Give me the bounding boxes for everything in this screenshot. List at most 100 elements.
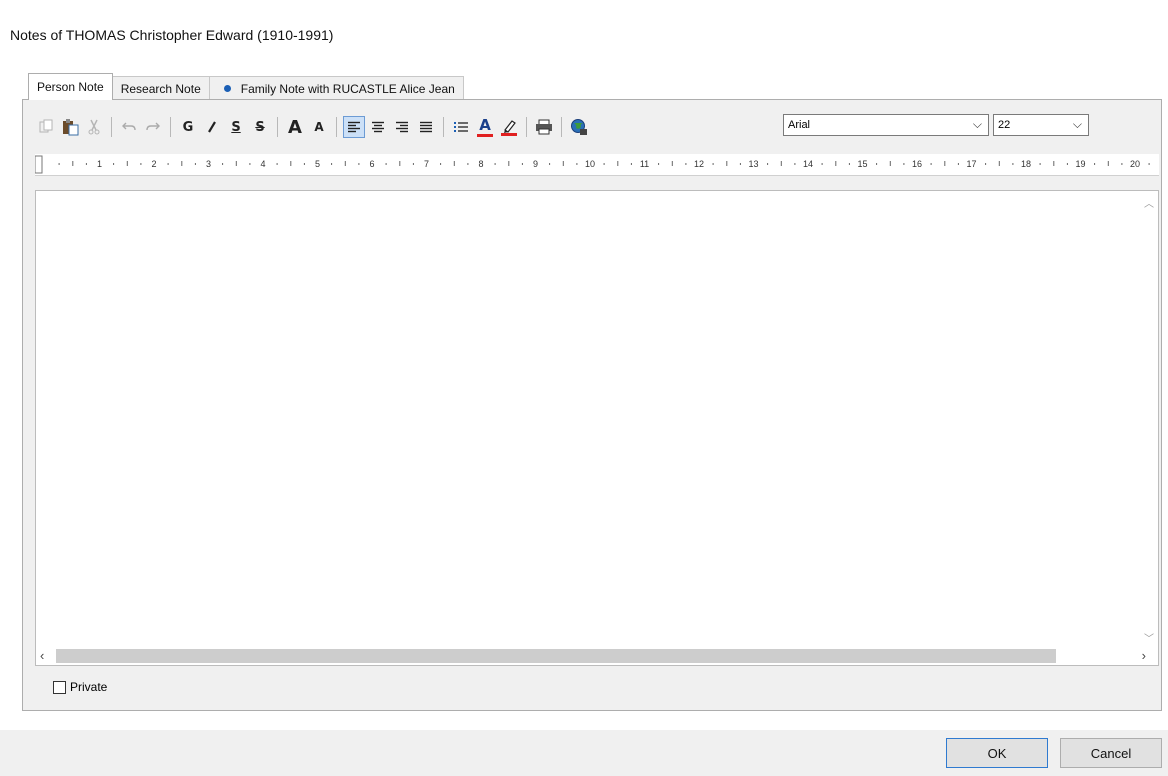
- scroll-right-icon[interactable]: ›: [1142, 648, 1146, 663]
- note-text-editor[interactable]: ︿ ﹀ ‹ ›: [35, 190, 1159, 666]
- ruler-tick: [562, 161, 564, 166]
- align-left-icon[interactable]: [343, 116, 365, 138]
- scroll-down-icon[interactable]: ﹀: [1144, 630, 1154, 645]
- ruler-tick: [835, 161, 837, 166]
- ruler-label: 7: [424, 159, 429, 169]
- ruler-tick: [617, 161, 619, 166]
- font-name-select[interactable]: Arial ⌵: [783, 114, 989, 136]
- ruler-tick: [126, 161, 128, 166]
- font-color-icon[interactable]: A: [474, 116, 496, 138]
- ruler-label: 11: [640, 159, 649, 169]
- ruler-tick: [331, 163, 333, 165]
- ruler-label: 17: [966, 159, 976, 169]
- bold-icon[interactable]: G: [177, 116, 199, 138]
- ruler-tick: [712, 163, 714, 165]
- undo-icon[interactable]: [118, 116, 140, 138]
- ruler-tick: [1039, 163, 1041, 165]
- font-size-select[interactable]: 22 ⌵: [993, 114, 1089, 136]
- horizontal-scrollbar[interactable]: ‹ ›: [36, 647, 1146, 665]
- ruler-tick: [508, 161, 510, 166]
- ruler-tick: [235, 161, 237, 166]
- indent-marker[interactable]: [35, 155, 43, 174]
- ruler-label: 8: [478, 159, 483, 169]
- ruler-tick: [85, 163, 87, 165]
- highlight-icon[interactable]: [498, 116, 520, 138]
- ruler-tick: [848, 163, 850, 165]
- ruler-tick: [440, 163, 442, 165]
- vertical-scrollbar[interactable]: ︿ ﹀: [1141, 191, 1158, 649]
- chevron-down-icon: ⌵: [1072, 117, 1082, 131]
- ruler-label: 10: [585, 159, 595, 169]
- ruler-label: 19: [1075, 159, 1085, 169]
- font-color-letter: A: [479, 115, 491, 134]
- toolbar-separator: [336, 117, 337, 137]
- scroll-left-icon[interactable]: ‹: [40, 648, 44, 663]
- redo-icon[interactable]: [142, 116, 164, 138]
- font-shrink-icon[interactable]: A: [308, 116, 330, 138]
- strikethrough-icon[interactable]: S: [249, 116, 271, 138]
- scroll-up-icon[interactable]: ︿: [1144, 195, 1154, 210]
- private-option[interactable]: Private: [53, 680, 107, 694]
- paste-icon[interactable]: [59, 116, 81, 138]
- tab-research-note[interactable]: Research Note: [111, 76, 210, 100]
- ok-button[interactable]: OK: [946, 738, 1048, 768]
- cut-icon[interactable]: [83, 116, 105, 138]
- ruler-tick: [998, 161, 1000, 166]
- ruler-tick: [794, 163, 796, 165]
- ruler-label: 3: [206, 159, 211, 169]
- dialog-body: Notes of THOMAS Christopher Edward (1910…: [0, 0, 1168, 730]
- bullet-list-icon[interactable]: [450, 116, 472, 138]
- ruler-tick: [358, 163, 360, 165]
- ruler-label: 2: [151, 159, 156, 169]
- ruler-tick: [739, 163, 741, 165]
- ruler-tick: [113, 163, 115, 165]
- note-panel: G S S A A A Arial ⌵ 22 ⌵ 1 2 3 4 5 6 7 8…: [22, 99, 1162, 711]
- ruler-label: 16: [912, 159, 922, 169]
- ruler-tick: [494, 163, 496, 165]
- italic-icon[interactable]: [201, 116, 223, 138]
- align-justify-icon[interactable]: [415, 116, 437, 138]
- font-grow-icon[interactable]: A: [284, 116, 306, 138]
- tab-family-note[interactable]: Family Note with RUCASTLE Alice Jean: [208, 76, 464, 100]
- ruler-scale: 1 2 3 4 5 6 7 8 9 10 11 12 13 14 15 16 17 18 19 20: [35, 155, 1150, 174]
- ruler-tick: [630, 163, 632, 165]
- private-checkbox[interactable]: [53, 680, 66, 694]
- toolbar-separator: [277, 117, 278, 137]
- ruler-tick: [344, 161, 346, 166]
- ruler-label: 18: [1021, 159, 1031, 169]
- private-label: Private: [70, 680, 108, 694]
- ruler-tick: [930, 163, 932, 165]
- underline-icon[interactable]: S: [225, 116, 247, 138]
- ruler-tick: [549, 163, 551, 165]
- font-color-bar: [477, 133, 493, 137]
- ruler-label: 20: [1130, 159, 1140, 169]
- ruler-label: 5: [315, 159, 320, 169]
- ruler-tick: [944, 161, 946, 166]
- horizontal-scroll-thumb[interactable]: [56, 649, 1056, 663]
- ruler-tick: [412, 163, 414, 165]
- align-right-icon[interactable]: [391, 116, 413, 138]
- ruler-tick: [72, 161, 74, 166]
- ruler-tick: [276, 163, 278, 165]
- align-center-icon[interactable]: [367, 116, 389, 138]
- chevron-down-icon: ⌵: [972, 117, 982, 131]
- print-icon[interactable]: [533, 116, 555, 138]
- web-icon[interactable]: [568, 116, 590, 138]
- ruler-tick: [876, 163, 878, 165]
- ruler-tick: [1148, 163, 1150, 165]
- ruler-tick: [985, 163, 987, 165]
- ruler-tick: [1053, 161, 1055, 166]
- ruler-tick: [671, 161, 673, 166]
- ruler-tick: [467, 163, 469, 165]
- tab-person-note[interactable]: Person Note: [28, 73, 113, 100]
- tab-person-note-label: Person Note: [37, 80, 104, 94]
- ruler-tick: [957, 163, 959, 165]
- ruler-label: 4: [260, 159, 265, 169]
- ruler-tick: [767, 163, 769, 165]
- tab-strip: Person Note Research Note Family Note wi…: [28, 73, 464, 100]
- cancel-button[interactable]: Cancel: [1060, 738, 1162, 768]
- ruler-tick: [222, 163, 224, 165]
- copy-icon[interactable]: [35, 116, 57, 138]
- ruler-tick: [658, 163, 660, 165]
- ruler-tick: [167, 163, 169, 165]
